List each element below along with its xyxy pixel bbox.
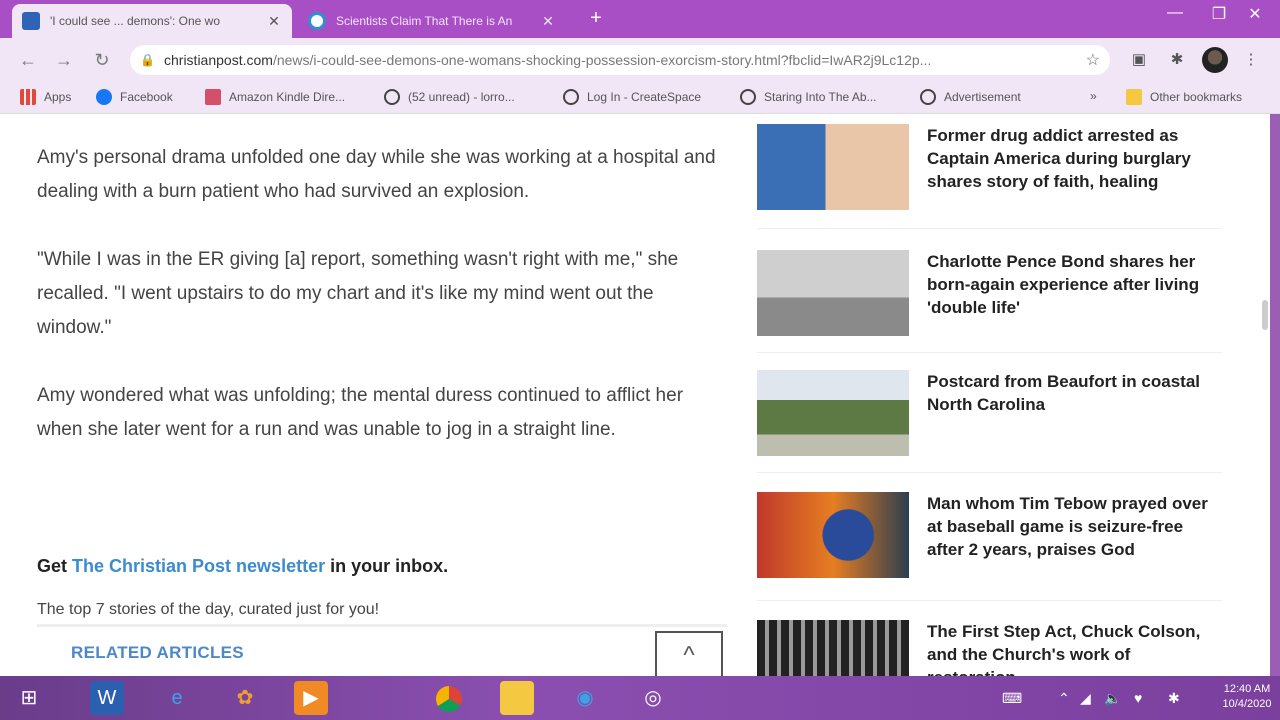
page-content: Amy's personal drama unfolded one day wh…	[0, 114, 1270, 676]
heart-icon[interactable]: ♥	[1134, 690, 1142, 706]
back-arrow-icon[interactable]: ←	[16, 48, 40, 72]
newsletter-link[interactable]: The Christian Post newsletter	[72, 556, 325, 576]
story-headline[interactable]: Former drug addict arrested as Captain A…	[927, 124, 1212, 193]
wifi-icon[interactable]: ◢	[1080, 690, 1091, 707]
story-headline[interactable]: Man whom Tim Tebow prayed over at baseba…	[927, 492, 1212, 561]
newsletter-subline: The top 7 stories of the day, curated ju…	[37, 601, 380, 618]
christianpost-favicon-icon	[22, 12, 40, 30]
close-tab-icon[interactable]: ✕	[266, 13, 282, 30]
story-thumbnail[interactable]	[757, 370, 909, 456]
article-paragraph: "While I was in the ER giving [a] report…	[37, 249, 679, 338]
bookmark-advertisement[interactable]: Advertisement	[920, 89, 1021, 105]
newsletter-promo: Get The Christian Post newsletter in you…	[37, 556, 449, 576]
story-thumbnail[interactable]	[757, 492, 909, 578]
sidebar-divider	[757, 352, 1222, 353]
globe-icon	[920, 89, 936, 105]
article-paragraph: Amy wondered what was unfolding; the men…	[37, 385, 684, 440]
story-headline[interactable]: Postcard from Beaufort in coastal North …	[927, 370, 1212, 416]
new-tab-button[interactable]: +	[584, 6, 608, 30]
chevron-up-tray-icon[interactable]: ⌃	[1058, 690, 1070, 707]
profile-avatar[interactable]	[1202, 47, 1228, 73]
story-thumbnail[interactable]	[757, 250, 909, 336]
keyboard-icon[interactable]: ⌨	[1002, 690, 1022, 707]
reload-icon[interactable]: ↻	[90, 48, 114, 72]
lock-icon: 🔒	[140, 53, 155, 67]
facebook-icon	[96, 89, 112, 105]
sidebar-divider	[757, 472, 1222, 473]
bookmarks-bar: Apps Facebook Amazon Kindle Dire... (52 …	[0, 82, 1280, 114]
bookmark-kindle[interactable]: Amazon Kindle Dire...	[205, 89, 345, 105]
story-headline[interactable]: Charlotte Pence Bond shares her born-aga…	[927, 250, 1212, 319]
obs-icon[interactable]: ◎	[636, 681, 670, 715]
internet-explorer-icon[interactable]: e	[160, 681, 194, 715]
kindle-icon	[205, 89, 221, 105]
puzzle-extensions-icon[interactable]: ✱	[1166, 50, 1188, 70]
system-clock[interactable]: 12:40 AM 10/4/2020	[1222, 682, 1272, 712]
more-bookmarks-button[interactable]: »	[1090, 89, 1097, 103]
close-window-icon[interactable]: ✕	[1240, 4, 1270, 24]
windows-start-icon[interactable]: ⊞	[12, 681, 46, 715]
globe-icon	[384, 89, 400, 105]
scroll-to-top-button[interactable]: ^	[655, 631, 723, 676]
bluetooth-icon[interactable]: ✱	[1168, 690, 1180, 707]
forward-arrow-icon[interactable]: →	[52, 48, 76, 72]
maximize-icon[interactable]: ❐	[1204, 4, 1234, 24]
url-text: christianpost.com/news/i-could-see-demon…	[164, 52, 932, 68]
story-thumbnail[interactable]	[757, 124, 909, 210]
app-icon[interactable]: ✿	[228, 681, 262, 715]
folder-icon	[1126, 89, 1142, 105]
wordpress-favicon-icon	[308, 12, 326, 30]
bookmark-apps[interactable]: Apps	[20, 89, 71, 105]
bookmark-staring[interactable]: Staring Into The Ab...	[740, 89, 877, 105]
bookmark-star-icon[interactable]: ☆	[1086, 50, 1100, 70]
menu-dots-icon[interactable]: ⋮	[1240, 50, 1262, 70]
bookmark-facebook[interactable]: Facebook	[96, 89, 173, 105]
bookmark-unread[interactable]: (52 unread) - lorro...	[384, 89, 515, 105]
browser-toolbar: ← → ↻ 🔒 christianpost.com/news/i-could-s…	[0, 38, 1280, 82]
minimize-icon[interactable]: —	[1160, 4, 1190, 22]
page-scrollbar[interactable]	[1262, 300, 1268, 330]
story-thumbnail[interactable]	[757, 620, 909, 676]
sidebar-divider	[757, 600, 1222, 601]
file-explorer-icon[interactable]	[500, 681, 534, 715]
globe-icon	[740, 89, 756, 105]
tab-strip: 'I could see ... demons': One wo ✕ Scien…	[0, 0, 1280, 38]
word-app-icon[interactable]: W	[90, 681, 124, 715]
extension-icon[interactable]: ▣	[1128, 50, 1150, 70]
article-paragraph: Amy's personal drama unfolded one day wh…	[37, 147, 716, 202]
globe-icon	[563, 89, 579, 105]
tab-scientists[interactable]: Scientists Claim That There is An ✕	[298, 4, 566, 38]
chevron-up-icon: ^	[683, 642, 695, 669]
tab-title: 'I could see ... demons': One wo	[50, 14, 221, 28]
apps-grid-icon	[20, 89, 36, 105]
speaker-icon[interactable]: 🔈	[1104, 690, 1121, 707]
bookmark-createspace[interactable]: Log In - CreateSpace	[563, 89, 701, 105]
chrome-icon[interactable]	[432, 681, 466, 715]
close-tab-icon[interactable]: ✕	[540, 13, 556, 30]
tab-title: Scientists Claim That There is An	[336, 14, 513, 28]
edge-icon[interactable]: ◉	[568, 681, 602, 715]
media-player-icon[interactable]: ▶	[294, 681, 328, 715]
related-articles-bar: RELATED ARTICLES ^	[37, 624, 727, 676]
related-articles-heading[interactable]: RELATED ARTICLES	[71, 643, 244, 663]
taskbar: ⊞ W e ✿ ▶ ◉ ◎ ⌨ ⌃ ◢ 🔈 ♥ ✱ 12:40 AM 10/4/…	[0, 676, 1280, 720]
tab-article[interactable]: 'I could see ... demons': One wo ✕	[12, 4, 292, 38]
other-bookmarks[interactable]: Other bookmarks	[1126, 89, 1242, 105]
address-bar[interactable]: 🔒 christianpost.com/news/i-could-see-dem…	[130, 45, 1110, 75]
story-headline[interactable]: The First Step Act, Chuck Colson, and th…	[927, 620, 1212, 676]
sidebar-divider	[757, 228, 1222, 229]
